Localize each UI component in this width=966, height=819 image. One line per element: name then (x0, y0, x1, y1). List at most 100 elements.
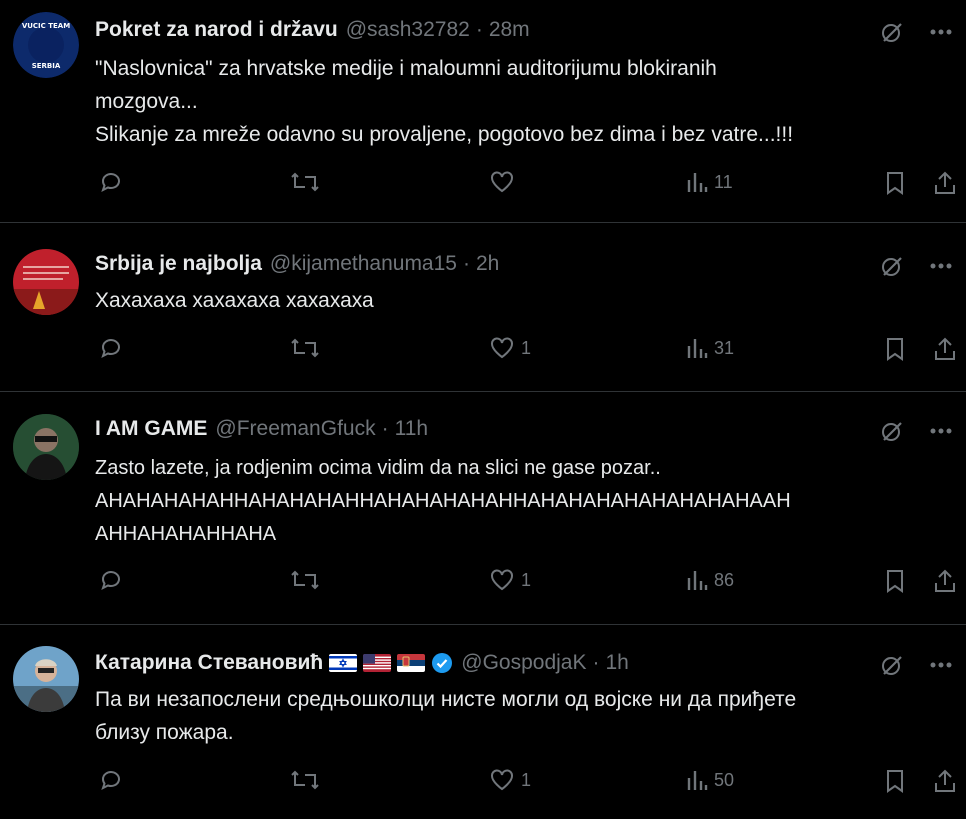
more-icon[interactable] (930, 29, 952, 35)
author-handle[interactable]: @FreemanGfuck (215, 417, 375, 441)
timestamp[interactable]: 2h (476, 252, 499, 276)
retweet-button[interactable] (290, 768, 320, 792)
like-count: 1 (521, 337, 532, 358)
usa-flag-icon (363, 654, 392, 672)
views-button[interactable]: 50 (686, 768, 734, 792)
tweet[interactable]: I AM GAME @FreemanGfuck · 11h Zasto laze… (0, 392, 966, 624)
avatar-image-icon (13, 414, 79, 480)
tweet-header: Pokret za narod i državu @sash32782 · 28… (95, 18, 530, 42)
separator-dot: · (475, 18, 483, 41)
tweet-text: Па ви незапослени средњошколци нисте мог… (95, 688, 797, 744)
bookmark-button[interactable] (884, 768, 906, 794)
separator-dot: · (462, 252, 470, 275)
views-button[interactable]: 31 (686, 336, 734, 360)
reply-button[interactable] (99, 336, 123, 360)
tweet-text: Хахахаха хахахаха хахахаха (95, 289, 374, 312)
israel-flag-icon (329, 654, 358, 672)
avatar[interactable] (13, 414, 79, 480)
share-icon (935, 769, 955, 792)
tweet[interactable]: Катарина Стевановић @GospodjaK · 1h Па в… (0, 625, 966, 819)
avatar-image-icon (13, 646, 79, 712)
separator-dot: · (592, 651, 600, 674)
views-icon (687, 339, 708, 358)
more-icon[interactable] (930, 263, 952, 269)
bookmark-button[interactable] (884, 336, 906, 362)
bookmark-button[interactable] (884, 568, 906, 594)
like-count: 1 (521, 569, 532, 590)
view-count: 11 (714, 171, 733, 192)
reply-icon (101, 173, 120, 192)
author-name[interactable]: Srbija je najbolja (95, 252, 262, 276)
tweet[interactable]: VUCIC TEAM SERBIA Pokret za narod i drža… (0, 0, 966, 222)
reply-icon (101, 771, 120, 790)
tweet[interactable]: Srbija je najbolja @kijamethanuma15 · 2h… (0, 223, 966, 391)
serbia-flag-icon (397, 654, 426, 672)
bookmark-button[interactable] (884, 170, 906, 196)
bookmark-icon (887, 570, 903, 593)
author-handle[interactable]: @GospodjaK (461, 651, 586, 675)
share-button[interactable] (932, 568, 958, 594)
views-button[interactable]: 86 (686, 568, 734, 592)
action-bar: 1 50 (0, 768, 966, 808)
retweet-icon (291, 770, 319, 790)
timestamp[interactable]: 11h (395, 417, 428, 441)
like-button[interactable]: 1 (489, 336, 531, 360)
view-count: 86 (714, 569, 735, 590)
view-count: 31 (714, 337, 735, 358)
more-icon[interactable] (930, 428, 952, 434)
retweet-button[interactable] (290, 170, 320, 194)
separator-dot: · (381, 417, 389, 440)
reply-button[interactable] (99, 568, 123, 592)
views-button[interactable]: 11 (686, 170, 733, 194)
grok-icon[interactable] (880, 254, 904, 278)
tweet-header: Srbija je najbolja @kijamethanuma15 · 2h (95, 252, 499, 276)
author-name[interactable]: Катарина Стевановић (95, 651, 323, 675)
avatar-lettering: VUCIC TEAM (22, 22, 70, 30)
like-icon (491, 769, 513, 791)
timestamp[interactable]: 1h (606, 651, 629, 675)
retweet-button[interactable] (290, 568, 320, 592)
timestamp[interactable]: 28m (489, 18, 530, 42)
tweet-header: I AM GAME @FreemanGfuck · 11h (95, 417, 428, 441)
verified-icon[interactable] (431, 652, 453, 674)
views-icon (687, 173, 708, 192)
share-icon (935, 337, 955, 360)
tweet-text: Zasto lazete, ja rodjenim ocima vidim da… (95, 457, 791, 545)
tweet-feed: VUCIC TEAM SERBIA Pokret za narod i drža… (0, 0, 966, 819)
avatar[interactable] (13, 249, 79, 315)
avatar-logo-icon: VUCIC TEAM SERBIA (13, 12, 79, 78)
grok-icon[interactable] (880, 20, 904, 44)
grok-icon[interactable] (880, 653, 904, 677)
author-name[interactable]: Pokret za narod i državu (95, 18, 338, 42)
view-count: 50 (714, 769, 735, 790)
like-icon (491, 171, 513, 193)
avatar[interactable]: VUCIC TEAM SERBIA (13, 12, 79, 78)
like-button[interactable]: 1 (489, 768, 531, 792)
like-button[interactable]: 1 (489, 568, 531, 592)
share-button[interactable] (932, 170, 958, 196)
retweet-icon (291, 570, 319, 590)
reply-button[interactable] (99, 170, 123, 194)
avatar[interactable] (13, 646, 79, 712)
retweet-button[interactable] (290, 336, 320, 360)
share-button[interactable] (932, 336, 958, 362)
svg-text:SERBIA: SERBIA (32, 62, 61, 70)
tweet-header: Катарина Стевановић @GospodjaK · 1h (95, 651, 629, 675)
author-name[interactable]: I AM GAME (95, 417, 207, 441)
avatar-image-icon (13, 249, 79, 315)
reply-icon (101, 339, 120, 358)
tweet-top-actions (880, 653, 952, 677)
like-button[interactable] (489, 170, 521, 194)
more-icon[interactable] (930, 662, 952, 668)
grok-icon[interactable] (880, 419, 904, 443)
reply-button[interactable] (99, 768, 123, 792)
share-button[interactable] (932, 768, 958, 794)
retweet-icon (291, 172, 319, 192)
tweet-top-actions (880, 20, 952, 44)
like-icon (491, 569, 513, 591)
tweet-top-actions (880, 254, 952, 278)
views-icon (687, 771, 708, 790)
author-handle[interactable]: @sash32782 (346, 18, 470, 42)
bookmark-icon (887, 770, 903, 793)
author-handle[interactable]: @kijamethanuma15 (270, 252, 457, 276)
